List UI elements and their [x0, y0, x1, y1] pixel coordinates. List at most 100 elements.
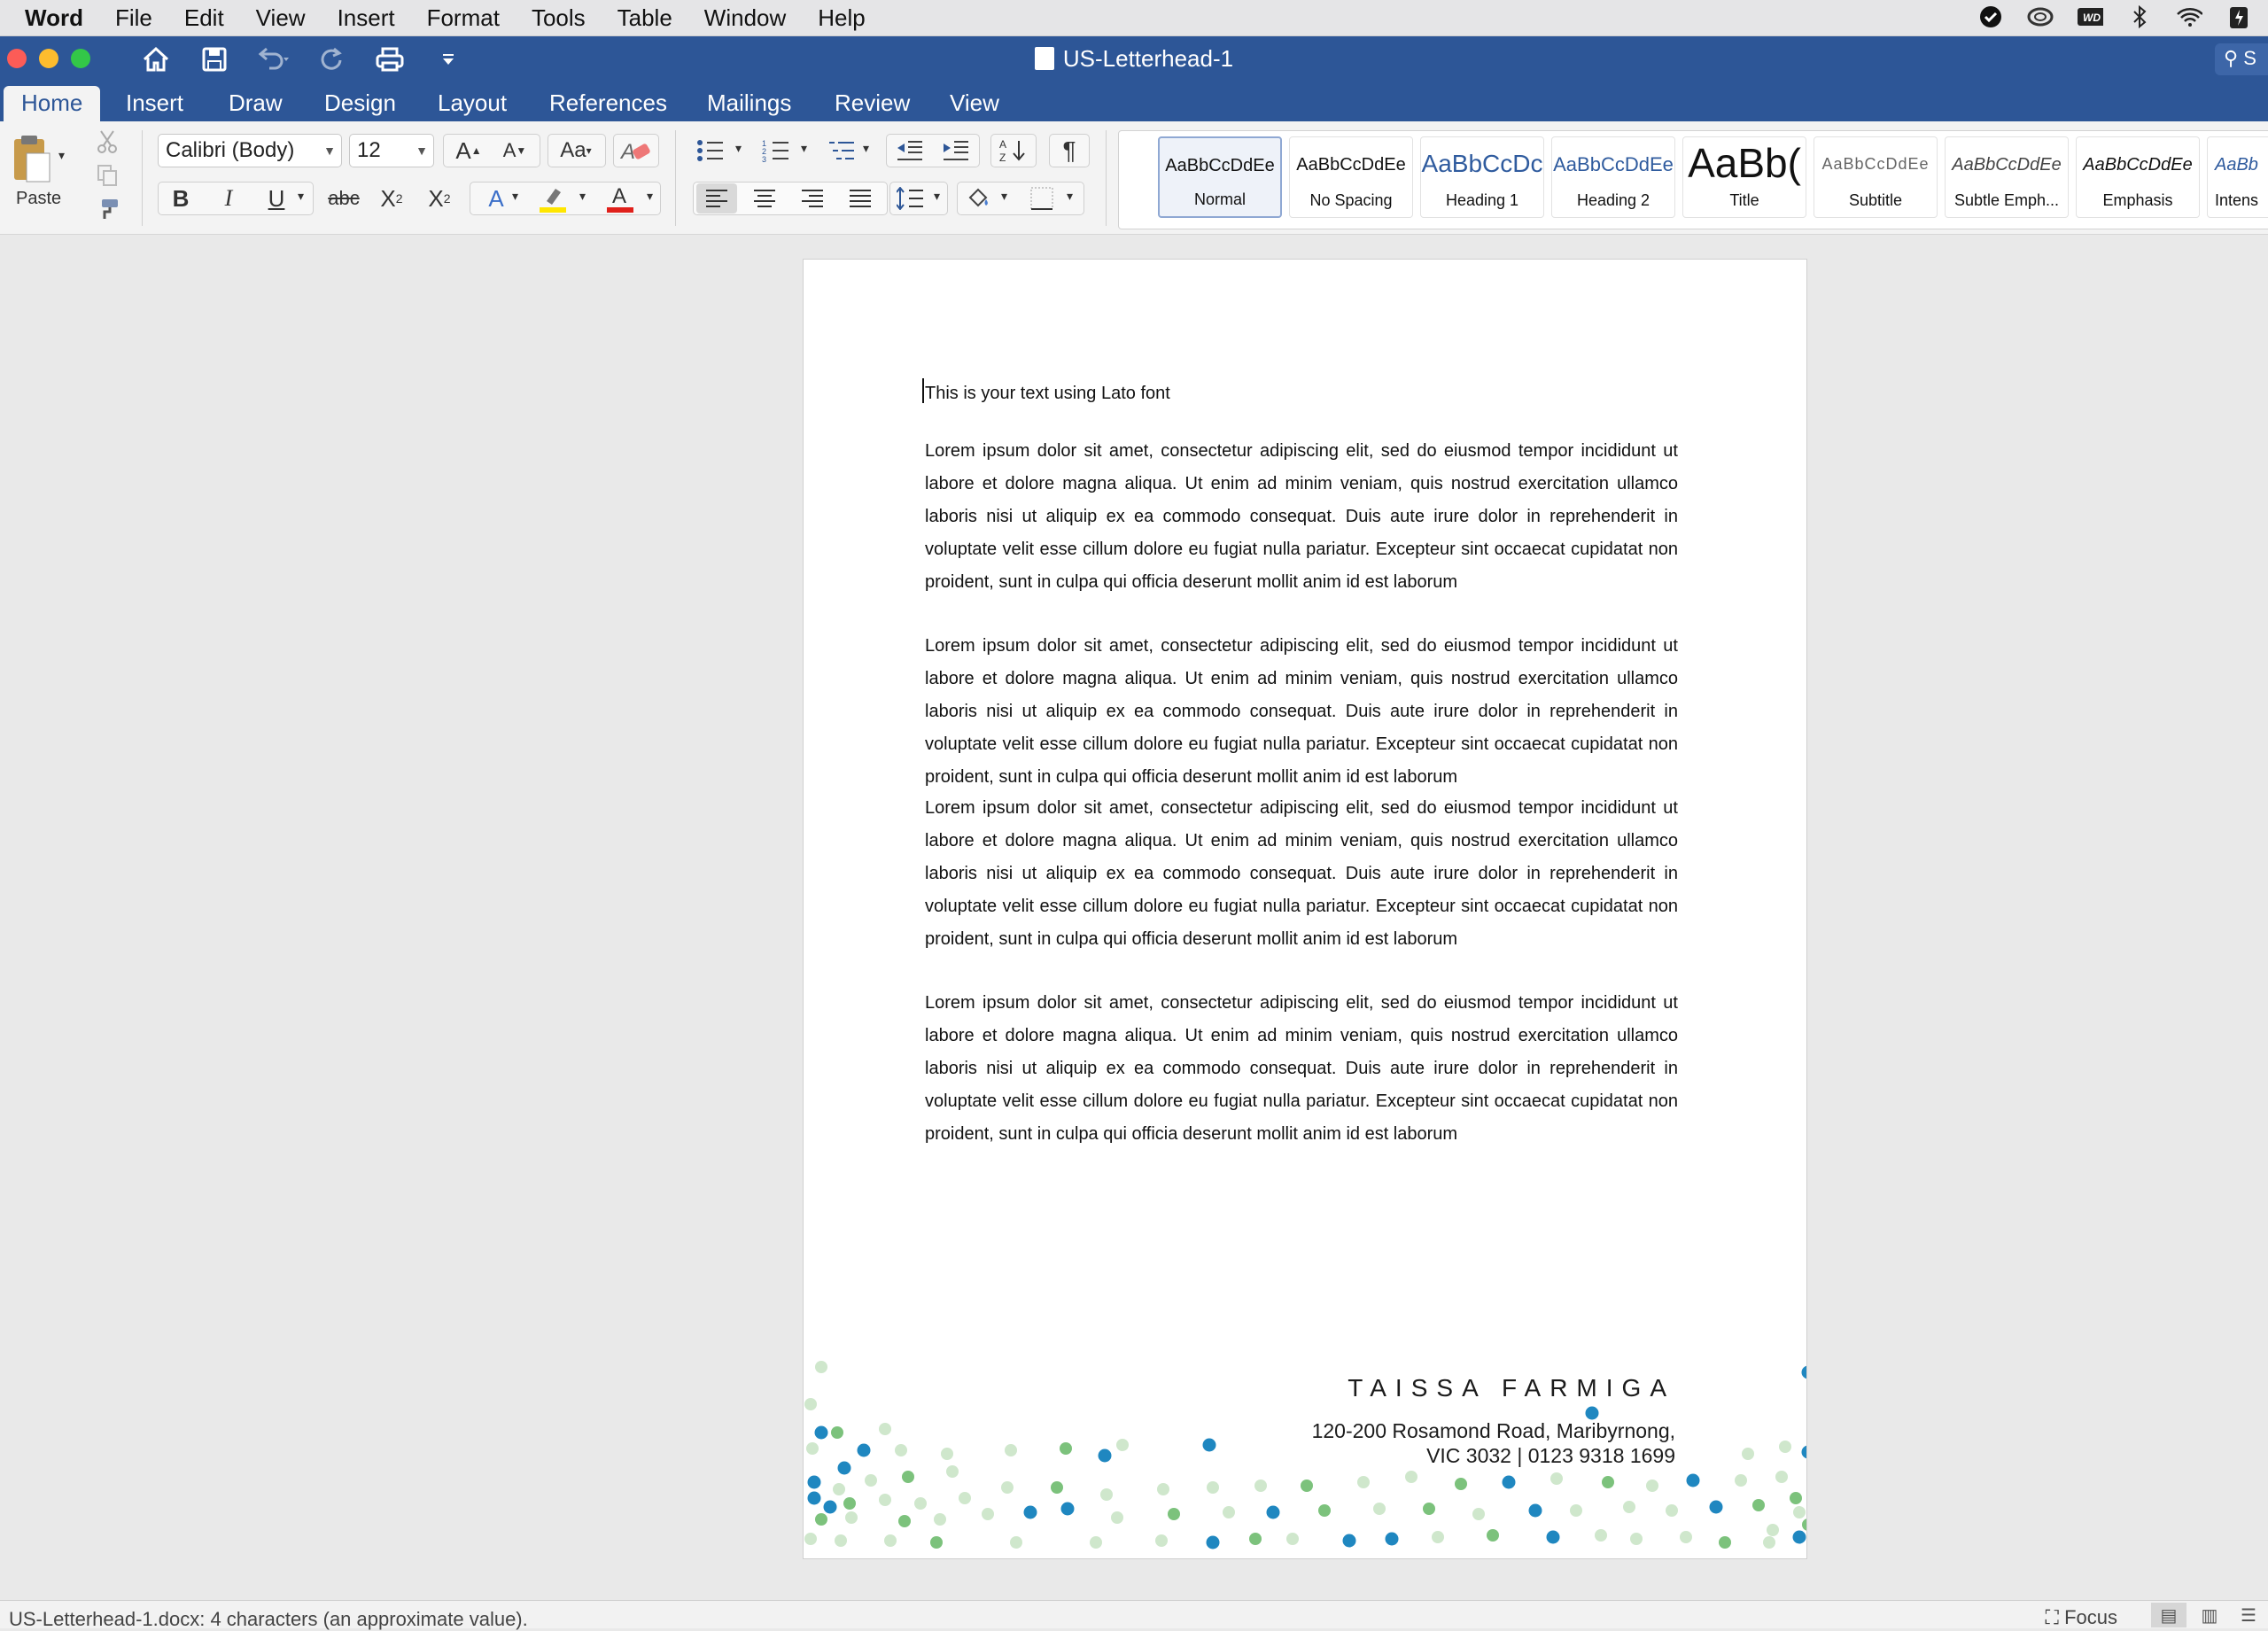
increase-font-size-button[interactable]: A ▲	[448, 136, 489, 166]
style-heading-1[interactable]: AaBbCcDc Heading 1	[1420, 136, 1544, 218]
tab-review[interactable]: Review	[817, 86, 928, 121]
menu-tools[interactable]: Tools	[516, 4, 602, 32]
menu-table[interactable]: Table	[602, 4, 688, 32]
body-paragraph-2: Lorem ipsum dolor sit amet, consectetur …	[925, 636, 1678, 787]
subscript-button[interactable]: X2	[374, 183, 409, 214]
font-name-combo[interactable]: Calibri (Body) ▼	[158, 134, 342, 167]
font-size-value: 12	[357, 138, 381, 162]
word-count-status[interactable]: US-Letterhead-1.docx: 4 characters (an a…	[9, 1608, 528, 1631]
superscript-button[interactable]: X2	[422, 183, 457, 214]
style-title[interactable]: AaBb(Title	[1682, 136, 1806, 218]
underline-button[interactable]: U	[260, 183, 292, 214]
style-preview: AaBbCcDdEe	[2083, 155, 2193, 175]
menu-format[interactable]: Format	[411, 4, 516, 32]
web-layout-view-icon[interactable]: ▥	[2192, 1603, 2227, 1627]
increase-indent-icon[interactable]	[937, 136, 975, 166]
decorative-dot	[1357, 1476, 1370, 1488]
line-spacing-icon[interactable]	[893, 183, 928, 214]
tab-insert[interactable]: Insert	[108, 86, 201, 121]
menu-file[interactable]: File	[99, 4, 168, 32]
style-name: Heading 1	[1445, 191, 1519, 209]
shading-icon[interactable]	[960, 183, 996, 214]
text-effects-chevron-down-icon[interactable]: ▾	[512, 189, 518, 204]
print-layout-view-icon[interactable]: ▤	[2151, 1603, 2186, 1627]
svg-text:3: 3	[762, 155, 766, 162]
menu-edit[interactable]: Edit	[168, 4, 240, 32]
font-color-icon[interactable]: A	[602, 183, 638, 214]
decorative-dot	[934, 1513, 946, 1526]
clear-formatting-icon[interactable]: A	[615, 136, 657, 166]
wifi-icon[interactable]	[2176, 4, 2202, 30]
bullets-chevron-down-icon[interactable]: ▾	[735, 141, 742, 156]
italic-button[interactable]: I	[213, 183, 245, 214]
copy-icon[interactable]	[94, 162, 120, 189]
align-left-icon[interactable]	[696, 183, 737, 214]
align-center-icon[interactable]	[744, 183, 785, 214]
line-spacing-chevron-down-icon[interactable]: ▾	[934, 189, 940, 204]
tab-home[interactable]: Home	[4, 86, 101, 121]
battery-charging-icon[interactable]	[2225, 4, 2252, 30]
intro-line: This is your text using Lato font	[925, 384, 1170, 403]
document-page[interactable]: This is your text using Lato font Lorem …	[803, 259, 1807, 1559]
bullets-icon[interactable]	[693, 136, 728, 166]
numbering-chevron-down-icon[interactable]: ▾	[801, 141, 807, 156]
decorative-dot	[1630, 1533, 1643, 1545]
search-document-field[interactable]: ⚲ S	[2215, 43, 2268, 75]
tab-view[interactable]: View	[932, 86, 1017, 121]
sort-icon[interactable]: AZ	[994, 136, 1033, 166]
highlight-chevron-down-icon[interactable]: ▾	[579, 189, 586, 204]
strikethrough-button[interactable]: abc	[326, 183, 361, 214]
menu-app-word[interactable]: Word	[0, 4, 99, 32]
font-size-combo[interactable]: 12 ▼	[349, 134, 434, 167]
style-emphasis[interactable]: AaBbCcDdEe Emphasis	[2076, 136, 2200, 218]
decorative-dot	[1709, 1500, 1723, 1514]
style-preview: AaBbCcDc	[1421, 150, 1543, 177]
highlight-color-icon[interactable]	[535, 183, 571, 214]
outline-view-icon[interactable]: ☰	[2231, 1603, 2266, 1627]
style-subtle-emphasis[interactable]: AaBbCcDdEe Subtle Emph...	[1945, 136, 2069, 218]
align-right-icon[interactable]	[792, 183, 833, 214]
paragraph-marks-icon[interactable]: ¶	[1052, 136, 1086, 166]
change-case-button[interactable]: Aa ▾	[551, 136, 601, 166]
style-subtitle[interactable]: AaBbCcDdEe Subtitle	[1814, 136, 1938, 218]
decorative-dot	[1487, 1529, 1499, 1542]
tab-references[interactable]: References	[532, 86, 685, 121]
style-heading-2[interactable]: AaBbCcDdEe Heading 2	[1551, 136, 1675, 218]
decrease-font-size-button[interactable]: A ▼	[494, 136, 535, 166]
style-intense-emphasis[interactable]: AaBb Intens	[2207, 136, 2268, 218]
tab-draw[interactable]: Draw	[211, 86, 300, 121]
decorative-dot	[1168, 1508, 1180, 1520]
paste-options-chevron-icon[interactable]: ▾	[58, 148, 65, 163]
numbering-icon[interactable]: 123	[758, 136, 794, 166]
creative-cloud-icon[interactable]	[2027, 4, 2054, 30]
svg-text:A: A	[612, 184, 626, 208]
borders-chevron-down-icon[interactable]: ▾	[1067, 189, 1073, 204]
style-no-spacing[interactable]: AaBbCcDdEe No Spacing	[1289, 136, 1413, 218]
decrease-indent-icon[interactable]	[891, 136, 928, 166]
style-normal[interactable]: AaBbCcDdEe Normal	[1158, 136, 1282, 218]
format-painter-icon[interactable]	[94, 196, 120, 222]
multilevel-list-icon[interactable]	[824, 136, 859, 166]
focus-mode-button[interactable]: ⛶ Focus	[2046, 1606, 2117, 1629]
decorative-dot	[1550, 1472, 1563, 1485]
multilevel-chevron-down-icon[interactable]: ▾	[863, 141, 869, 156]
menu-view[interactable]: View	[240, 4, 322, 32]
wd-drive-icon[interactable]: WD	[2077, 4, 2103, 30]
checkmark-badge-icon[interactable]	[1977, 4, 2004, 30]
cut-icon[interactable]	[94, 128, 120, 155]
borders-icon[interactable]	[1024, 183, 1060, 214]
menu-help[interactable]: Help	[802, 4, 881, 32]
text-effects-icon[interactable]: A	[478, 183, 514, 214]
justify-icon[interactable]	[840, 183, 881, 214]
shading-chevron-down-icon[interactable]: ▾	[1001, 189, 1007, 204]
tab-design[interactable]: Design	[307, 86, 414, 121]
underline-chevron-down-icon[interactable]: ▾	[298, 189, 304, 204]
bold-button[interactable]: B	[165, 183, 197, 214]
paste-button[interactable]	[7, 130, 53, 187]
menu-insert[interactable]: Insert	[322, 4, 411, 32]
bluetooth-icon[interactable]	[2126, 4, 2153, 30]
tab-layout[interactable]: Layout	[420, 86, 524, 121]
tab-mailings[interactable]: Mailings	[689, 86, 809, 121]
menu-window[interactable]: Window	[688, 4, 802, 32]
font-color-chevron-down-icon[interactable]: ▾	[647, 189, 653, 204]
